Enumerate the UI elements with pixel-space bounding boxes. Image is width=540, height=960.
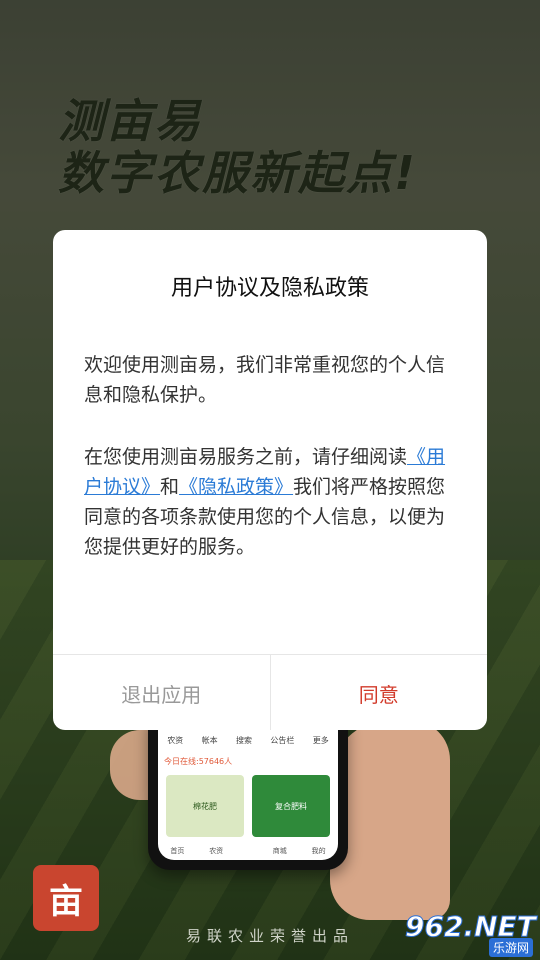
headline-line2: 数字农服新起点!	[58, 146, 417, 200]
hand-right	[330, 720, 450, 920]
watermark-text: 乐游网	[488, 938, 533, 957]
phone-tab: 首页	[170, 847, 185, 855]
phone-nav-item: 公告栏	[270, 736, 295, 745]
product-card: 棉花肥	[166, 775, 244, 837]
product-card: 复合肥料	[252, 775, 330, 837]
app-logo: 亩	[33, 865, 99, 931]
splash-headline: 测亩易 数字农服新起点!	[58, 95, 417, 199]
privacy-policy-link[interactable]: 《隐私政策》	[179, 476, 293, 498]
phone-nav-item: 更多	[312, 736, 329, 745]
phone-tabbar: 首页 农资 商城 我的	[158, 846, 338, 856]
watermark: 962.NET 乐游网	[405, 910, 536, 958]
and-text: 和	[160, 476, 180, 498]
phone-tab: 商城	[272, 847, 287, 855]
phone-nav-item: 农资	[167, 736, 184, 745]
privacy-dialog: 用户协议及隐私政策 欢迎使用测亩易，我们非常重视您的个人信息和隐私保护。 在您使…	[53, 230, 487, 730]
phone-nav-item: 帐本	[201, 736, 218, 745]
terms-prefix: 在您使用测亩易服务之前，请仔细阅读	[84, 446, 408, 468]
phone-nav-item: 搜索	[235, 736, 252, 745]
dialog-intro-text: 欢迎使用测亩易，我们非常重视您的个人信息和隐私保护。	[84, 354, 446, 406]
phone-tab: 我的	[311, 847, 326, 855]
phone-notice: 今日在线:57646人	[164, 757, 233, 766]
agree-button[interactable]: 同意	[271, 655, 488, 730]
dialog-title: 用户协议及隐私政策	[170, 276, 369, 301]
dialog-buttons: 退出应用 同意	[53, 654, 487, 730]
phone-tab: 农资	[209, 847, 224, 855]
phone-products: 棉花肥 复合肥料	[158, 771, 338, 841]
headline-line1: 测亩易	[58, 94, 202, 148]
exit-app-button[interactable]: 退出应用	[53, 655, 271, 730]
dialog-terms-text: 在您使用测亩易服务之前，请仔细阅读《用户协议》和《隐私政策》我们将严格按照您同意…	[84, 442, 456, 562]
